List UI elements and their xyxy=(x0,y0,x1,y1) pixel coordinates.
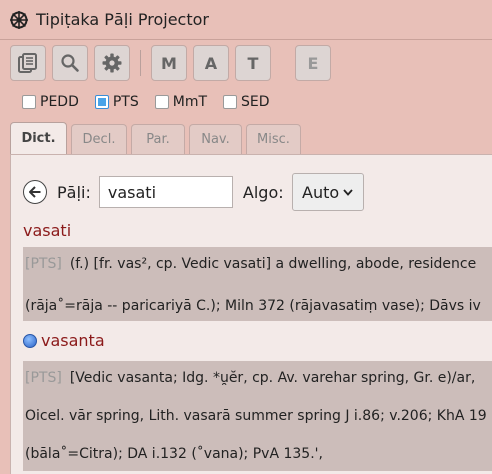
entry-line: [PTS] (f.) [fr. vas², cp. Vedic vasati] a… xyxy=(25,249,492,279)
source-tag: [PTS] xyxy=(25,370,62,386)
entry-line: [PTS] [Vedic vasanta; Idg. *u̯ĕr, cp. Av.… xyxy=(25,363,492,393)
tab-dict[interactable]: Dict. xyxy=(10,122,67,154)
algo-select[interactable]: Auto xyxy=(291,173,364,211)
entry-text: Oicel. vār spring, Lith. vasarā summer s… xyxy=(25,408,487,424)
m-button[interactable]: M xyxy=(151,45,187,81)
search-icon[interactable] xyxy=(52,45,88,81)
pts-checkbox[interactable]: PTS xyxy=(94,94,139,110)
pedd-label: PEDD xyxy=(40,94,79,110)
sed-checkbox[interactable]: SED xyxy=(223,94,270,110)
entry-text: [Vedic vasanta; Idg. *u̯ĕr, cp. Av. vare… xyxy=(69,370,476,386)
mmt-label: MmT xyxy=(172,94,208,110)
window-title: Tipiṭaka Pāḷi Projector xyxy=(36,10,209,29)
pedd-checkbox[interactable]: PEDD xyxy=(22,94,79,110)
toolbar: M A T E xyxy=(10,44,337,82)
tab-nav[interactable]: Nav. xyxy=(189,124,242,154)
pts-label: PTS xyxy=(112,94,139,110)
sed-label: SED xyxy=(241,94,270,110)
tab-misc[interactable]: Misc. xyxy=(246,124,301,154)
pts-check-box[interactable] xyxy=(94,95,109,109)
book-stack-icon[interactable] xyxy=(10,45,46,81)
t-button[interactable]: T xyxy=(235,45,271,81)
sed-check-box[interactable] xyxy=(223,95,238,109)
gear-icon[interactable] xyxy=(94,45,130,81)
dharma-wheel-icon xyxy=(8,9,30,31)
result-headword-row: vasanta xyxy=(23,331,105,350)
entry-line: (bāla˚=Citra); DA i.132 (˚vana); PvA 135… xyxy=(25,439,492,469)
mmt-check-box[interactable] xyxy=(154,95,169,109)
mmt-checkbox[interactable]: MmT xyxy=(154,94,208,110)
search-row: Pāḷi: Algo: Auto xyxy=(23,173,364,211)
back-arrow-icon[interactable] xyxy=(23,180,47,204)
dictionary-panel: Pāḷi: Algo: Auto vasati [PTS] (f.) [fr. v… xyxy=(10,154,492,474)
entry-text: (bāla˚=Citra); DA i.132 (˚vana); PvA 135… xyxy=(25,446,323,462)
globe-icon[interactable] xyxy=(23,333,37,348)
entry-line: (rāja˚=rāja -- paricariyā C.); Miln 372 … xyxy=(25,291,492,321)
entry-text: (rāja˚=rāja -- paricariyā C.); Miln 372 … xyxy=(25,298,481,314)
result-entry: [PTS] (f.) [fr. vas², cp. Vedic vasati] a… xyxy=(23,247,492,321)
result-headword[interactable]: vasanta xyxy=(41,331,105,350)
e-button[interactable]: E xyxy=(295,45,331,81)
entry-text: (f.) [fr. vas², cp. Vedic vasati] a dwel… xyxy=(69,256,477,272)
result-entry: [PTS] [Vedic vasanta; Idg. *u̯ĕr, cp. Av.… xyxy=(23,361,492,471)
a-button[interactable]: A xyxy=(193,45,229,81)
pali-label: Pāḷi: xyxy=(57,182,91,202)
toolbar-separator xyxy=(140,50,141,76)
entry-line: Oicel. vār spring, Lith. vasarā summer s… xyxy=(25,401,492,431)
algo-label: Algo: xyxy=(242,182,284,202)
chevron-down-icon xyxy=(343,186,353,199)
algo-value: Auto xyxy=(302,182,340,202)
dictionary-selector: PEDD PTS MmT SED xyxy=(22,94,286,110)
result-headword[interactable]: vasati xyxy=(23,221,71,240)
tab-par[interactable]: Par. xyxy=(131,124,185,154)
pali-search-input[interactable] xyxy=(98,176,233,208)
tab-decl[interactable]: Decl. xyxy=(71,124,127,154)
tab-bar: Dict. Decl. Par. Nav. Misc. xyxy=(10,122,305,154)
pedd-check-box[interactable] xyxy=(22,95,36,109)
source-tag: [PTS] xyxy=(25,256,62,272)
title-bar: Tipiṭaka Pāḷi Projector xyxy=(0,0,492,40)
